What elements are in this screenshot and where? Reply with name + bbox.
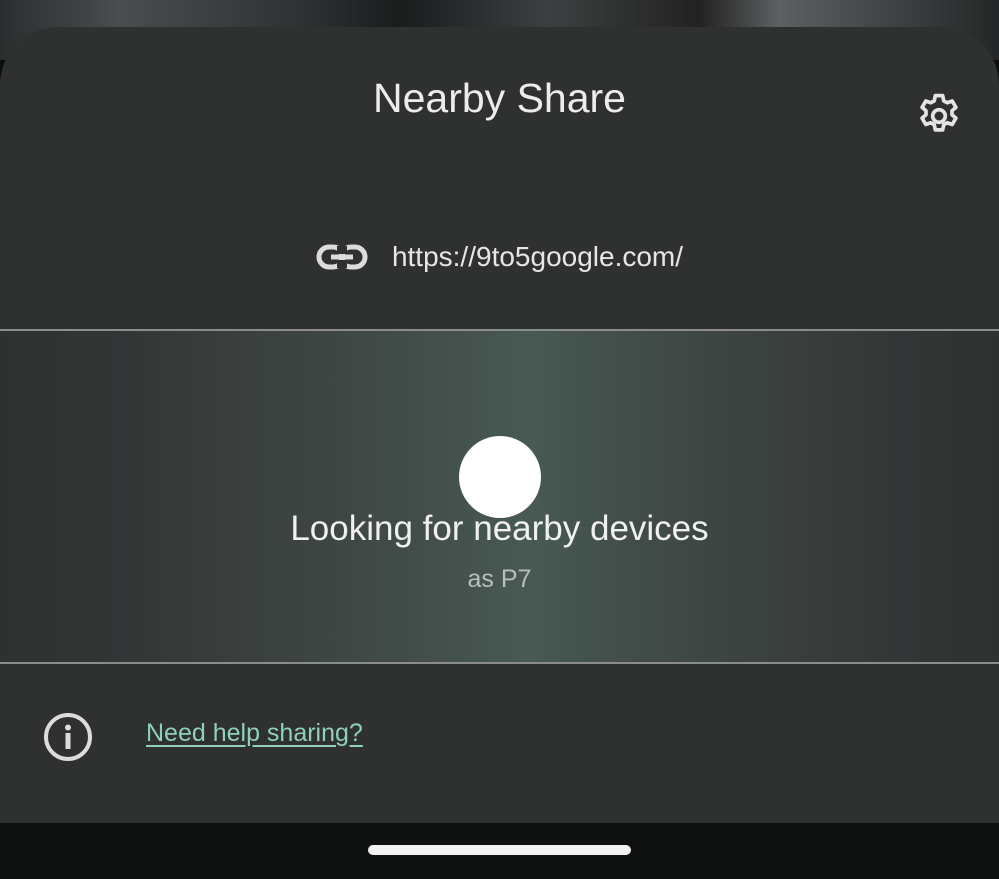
system-navigation-bar (0, 823, 999, 879)
sheet-title: Nearby Share (373, 75, 626, 121)
settings-button[interactable] (910, 87, 968, 145)
help-row: Need help sharing? (0, 707, 999, 763)
info-icon (44, 713, 92, 761)
shared-item-row: https://9to5google.com/ (0, 232, 999, 282)
device-scan-area: Looking for nearby devices as P7 (0, 331, 999, 662)
home-gesture-handle[interactable] (368, 845, 631, 855)
gear-icon (920, 93, 958, 132)
divider-bottom (0, 662, 999, 664)
scan-pulse-indicator (459, 436, 541, 518)
shared-url: https://9to5google.com/ (391, 241, 684, 272)
scan-status-text: Looking for nearby devices (290, 509, 709, 548)
need-help-link[interactable]: Need help sharing? (146, 719, 363, 748)
device-name-label: as P7 (467, 565, 532, 593)
link-icon (316, 244, 368, 270)
nearby-share-sheet: Nearby Share https://9to5google.com/ Loo… (0, 27, 999, 823)
